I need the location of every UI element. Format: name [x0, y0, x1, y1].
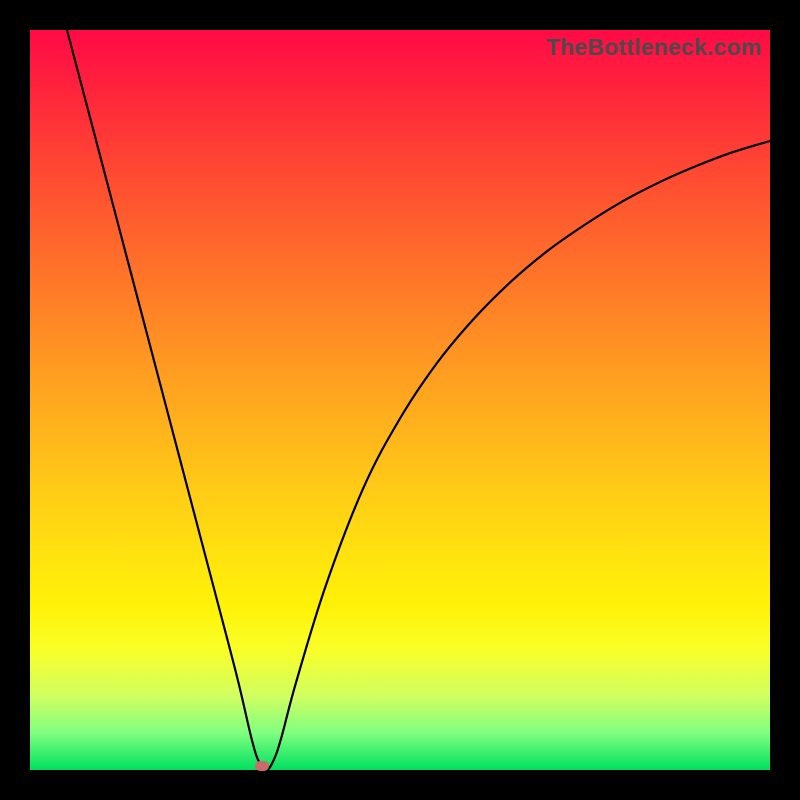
minimum-marker — [255, 761, 269, 771]
chart-frame: TheBottleneck.com — [0, 0, 800, 800]
bottleneck-curve — [67, 30, 770, 770]
curve-svg — [30, 30, 770, 770]
plot-area: TheBottleneck.com — [30, 30, 770, 770]
